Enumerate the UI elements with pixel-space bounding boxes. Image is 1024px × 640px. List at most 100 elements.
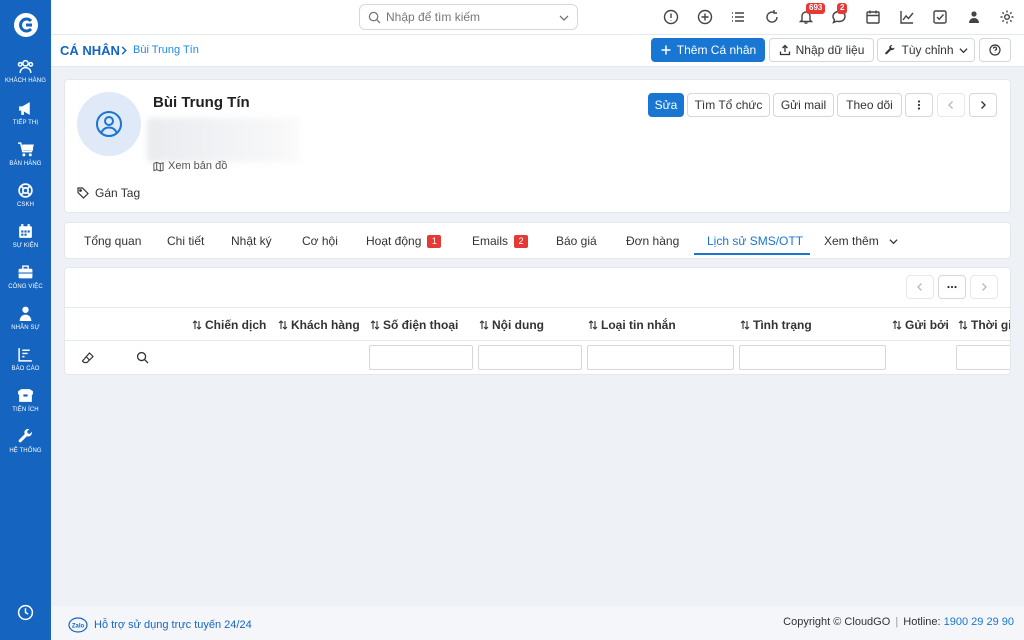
zalo-icon: Zalo <box>68 617 88 633</box>
column-header-message-type[interactable]: Loại tin nhắn <box>588 318 676 332</box>
svg-text:Zalo: Zalo <box>72 624 85 630</box>
cloudgo-logo[interactable] <box>13 12 39 38</box>
follow-button[interactable]: Theo dõi <box>837 93 902 117</box>
sidebar-item-events[interactable]: SỰ KIỆN <box>0 223 51 261</box>
user-circle-icon <box>96 111 122 137</box>
column-header-campaign[interactable]: Chiến dịch <box>192 318 266 332</box>
info-button[interactable] <box>663 9 679 25</box>
notifications-badge: 693 <box>806 3 826 14</box>
tab-more[interactable]: Xem thêm <box>824 223 898 259</box>
next-record-button[interactable] <box>969 93 997 117</box>
content-filter-input[interactable] <box>478 345 582 370</box>
quick-add-button[interactable] <box>697 9 713 25</box>
more-actions-button[interactable] <box>905 93 933 117</box>
sync-button[interactable] <box>764 9 780 25</box>
send-mail-button[interactable]: Gửi mail <box>773 93 834 117</box>
column-header-status[interactable]: Tình trạng <box>740 318 812 332</box>
eraser-icon[interactable] <box>81 351 95 365</box>
cart-icon <box>18 142 34 157</box>
message-type-filter-input[interactable] <box>587 345 734 370</box>
avatar[interactable] <box>77 92 141 156</box>
next-page-button[interactable] <box>970 275 998 299</box>
tab-overview[interactable]: Tổng quan <box>84 223 141 259</box>
sidebar-item-customers[interactable]: KHÁCH HÀNG <box>0 58 51 96</box>
notifications-button[interactable]: 693 <box>798 3 826 25</box>
tab-orders[interactable]: Đơn hàng <box>626 223 679 259</box>
chevron-right-icon <box>121 46 127 55</box>
assign-tag-button[interactable]: Gán Tag <box>77 186 140 200</box>
settings-button[interactable] <box>999 9 1015 25</box>
customize-button[interactable]: Tùy chỉnh <box>877 38 975 62</box>
sidebar-item-label: TIỆN ÍCH <box>12 407 39 413</box>
add-person-button[interactable]: Thêm Cá nhân <box>651 38 765 62</box>
sort-icon <box>892 320 902 330</box>
sidebar-item-utilities[interactable]: TIỆN ÍCH <box>0 387 51 425</box>
column-header-time[interactable]: Thời gia <box>958 318 1010 332</box>
footer: Zalo Hỗ trợ sử dụng trực tuyến 24/24 Cop… <box>51 606 1024 640</box>
list-icon <box>732 12 744 22</box>
search-icon[interactable] <box>136 351 149 364</box>
previous-page-button[interactable] <box>906 275 934 299</box>
sort-icon <box>588 320 598 330</box>
sidebar-item-reports[interactable]: BÁO CÁO <box>0 346 51 384</box>
calendar-icon <box>19 224 32 238</box>
tab-emails[interactable]: Emails 2 <box>472 223 529 259</box>
status-filter-input[interactable] <box>739 345 886 370</box>
tab-activities[interactable]: Hoạt động 1 <box>366 223 442 259</box>
column-header-content[interactable]: Nội dung <box>479 318 544 332</box>
import-data-button[interactable]: Nhập dữ liệu <box>769 38 874 62</box>
tasks-button[interactable] <box>932 9 948 25</box>
chat-button[interactable]: 2 <box>831 3 848 25</box>
find-organization-button[interactable]: Tìm Tổ chức <box>687 93 770 117</box>
tag-icon <box>77 187 89 199</box>
hotline-number[interactable]: 1900 29 29 90 <box>944 616 1014 628</box>
sidebar-item-marketing[interactable]: TIẾP THỊ <box>0 100 51 138</box>
find-organization-label: Tìm Tổ chức <box>694 98 763 112</box>
follow-label: Theo dõi <box>846 98 893 112</box>
list-button[interactable] <box>730 9 746 25</box>
column-header-sent-by[interactable]: Gửi bởi <box>892 318 949 332</box>
edit-button[interactable]: Sửa <box>648 93 684 117</box>
page-options-button[interactable] <box>938 275 966 299</box>
tab-opportunities[interactable]: Cơ hội <box>302 223 338 259</box>
help-button[interactable] <box>979 38 1011 62</box>
sidebar-item-label: CÔNG VIỆC <box>8 284 43 290</box>
clock-icon[interactable] <box>17 604 34 621</box>
column-label: Thời gia <box>971 318 1010 332</box>
sidebar-item-cskh[interactable]: CSKH <box>0 182 51 220</box>
profile-card: Bùi Trung Tín Xem bản đồ Gán Tag Sửa Tìm… <box>64 79 1011 213</box>
tab-details[interactable]: Chi tiết <box>167 223 204 259</box>
sidebar-item-sales[interactable]: BÁN HÀNG <box>0 141 51 179</box>
checkbox-icon <box>933 10 947 24</box>
previous-record-button[interactable] <box>937 93 965 117</box>
global-search[interactable] <box>359 4 578 30</box>
online-support-link[interactable]: Zalo Hỗ trợ sử dụng trực tuyến 24/24 <box>68 617 252 633</box>
breadcrumb-root[interactable]: CÁ NHÂN <box>60 43 120 58</box>
sidebar-item-system[interactable]: HỆ THỐNG <box>0 428 51 466</box>
sort-icon <box>278 320 288 330</box>
column-label: Tình trạng <box>753 318 812 332</box>
tab-label: Chi tiết <box>167 234 205 248</box>
tab-log[interactable]: Nhật ký <box>231 223 272 259</box>
gear-icon <box>1000 10 1014 24</box>
calendar-icon <box>866 10 880 24</box>
table-filter-row <box>65 341 1010 374</box>
user-icon <box>969 11 979 23</box>
sidebar-item-tasks[interactable]: CÔNG VIỆC <box>0 264 51 302</box>
view-map-link[interactable]: Xem bản đồ <box>153 160 227 172</box>
user-menu-button[interactable] <box>966 9 982 25</box>
time-filter-input[interactable] <box>956 345 1010 370</box>
column-header-customer[interactable]: Khách hàng <box>278 318 360 332</box>
view-map-label: Xem bản đồ <box>168 160 228 172</box>
chart-button[interactable] <box>899 9 915 25</box>
column-header-phone[interactable]: Số điện thoại <box>370 318 458 332</box>
chat-badge: 2 <box>837 3 848 14</box>
calendar-button[interactable] <box>865 9 881 25</box>
lifebuoy-icon <box>18 183 33 198</box>
phone-filter-input[interactable] <box>369 345 473 370</box>
sidebar-item-hr[interactable]: NHÂN SỰ <box>0 305 51 343</box>
wrench-icon <box>18 428 32 443</box>
search-input[interactable] <box>386 9 546 25</box>
tab-quotes[interactable]: Báo giá <box>556 223 597 259</box>
chevron-down-icon[interactable] <box>559 13 569 23</box>
